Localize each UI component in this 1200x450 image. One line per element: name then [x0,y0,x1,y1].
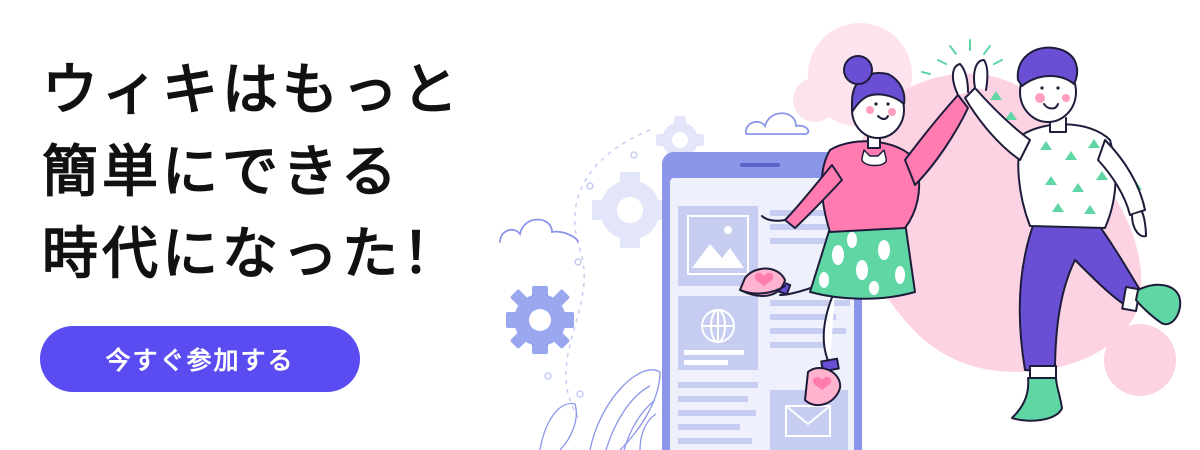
headline-line-1: ウィキはもっと [42,58,462,123]
gear-icon [506,286,574,354]
cloud-icon [745,112,810,135]
leaf-decor [539,369,661,450]
headline-line-3: 時代になった！ [42,222,462,287]
join-now-button[interactable]: 今すぐ参加する [40,326,360,392]
globe-icon [701,309,735,343]
headline: ウィキはもっと 簡単にできる 時代になった！ [42,50,462,296]
hero-banner: ウィキはもっと 簡単にできる 時代になった！ 今すぐ参加する [0,0,1200,450]
cloud-icon [499,218,579,243]
high-five-illustration [499,23,1182,450]
headline-line-2: 簡単にできる [42,140,401,205]
gear-icon [592,172,668,248]
